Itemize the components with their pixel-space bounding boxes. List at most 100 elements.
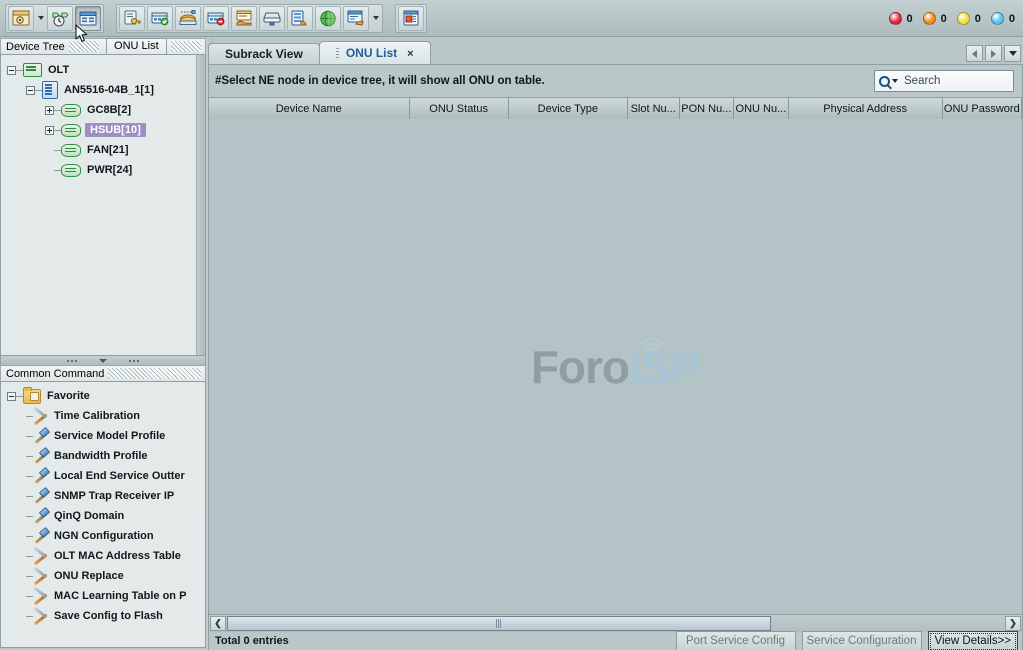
alarm-indicator-minor-alarm[interactable]: 0 [957, 12, 981, 25]
tree-connector [26, 616, 33, 617]
column-header-onu-status[interactable]: ONU Status [410, 98, 509, 119]
service-configuration-button[interactable]: Service Configuration [802, 631, 922, 650]
command-item-ngn-configuration[interactable]: NGN Configuration [1, 526, 205, 546]
command-item-bandwidth-profile[interactable]: Bandwidth Profile [1, 446, 205, 466]
hint-bar: #Select NE node in device tree, it will … [209, 65, 1022, 97]
column-header-device-type[interactable]: Device Type [509, 98, 628, 119]
board-icon [61, 144, 81, 157]
command-title-drag-hatch [108, 368, 201, 379]
column-header-onu-password[interactable]: ONU Password [943, 98, 1022, 119]
onu-list-chip[interactable]: ONU List [106, 38, 167, 55]
command-item-save-config-to-flash[interactable]: Save Config to Flash [1, 606, 205, 626]
main-content-area: Subrack View ONU List× #Select NE node i… [208, 40, 1023, 650]
hammer-icon [33, 489, 48, 503]
view-details-button[interactable]: View Details>> [928, 631, 1019, 650]
tree-node-label: PWR[24] [87, 164, 132, 176]
window-edit-icon-button[interactable] [343, 6, 369, 31]
command-item-service-model-profile[interactable]: Service Model Profile [1, 426, 205, 446]
onu-list-content: #Select NE node in device tree, it will … [208, 65, 1023, 650]
tree-expand-toggle[interactable] [45, 126, 54, 135]
wrench-icon [33, 409, 48, 423]
tree-node-hsub-10[interactable]: HSUB[10] [1, 120, 205, 140]
search-dropdown-icon[interactable] [892, 79, 898, 83]
alarm-indicator-critical-alarm[interactable]: 0 [889, 12, 913, 25]
tree-node-label: GC8B[2] [87, 104, 131, 116]
device-tree-vertical-scrollbar[interactable] [196, 55, 205, 355]
tree-connector [16, 396, 23, 397]
tree-expand-toggle[interactable] [7, 66, 16, 75]
hammer-icon [33, 449, 48, 463]
column-header-device-name[interactable]: Device Name [209, 98, 410, 119]
window-edit-dropdown-arrow[interactable] [370, 6, 381, 31]
board-icon [61, 104, 81, 117]
toolbar-group-device [116, 4, 383, 33]
command-item-time-calibration[interactable]: Time Calibration [1, 406, 205, 426]
command-item-olt-mac-address-table[interactable]: OLT MAC Address Table [1, 546, 205, 566]
tab-onu-list[interactable]: ONU List× [319, 41, 431, 64]
watermark-primary: Foro [531, 340, 629, 394]
scrollbar-track[interactable] [227, 616, 1004, 631]
command-item-mac-learning-table-on-p[interactable]: MAC Learning Table on P [1, 586, 205, 606]
alarm-indicator-major-alarm[interactable]: 0 [923, 12, 947, 25]
tab-scroll-left-button[interactable] [966, 45, 983, 62]
column-header-physical-address[interactable]: Physical Address [789, 98, 943, 119]
command-expand-toggle[interactable] [7, 392, 16, 401]
report-icon-button[interactable] [398, 6, 424, 31]
close-icon[interactable]: × [407, 48, 413, 60]
window-config-dropdown-arrow[interactable] [35, 6, 46, 31]
tree-connector [26, 476, 33, 477]
rack-icon-button[interactable] [287, 6, 313, 31]
tree-connector [26, 456, 33, 457]
column-header-onu-nu[interactable]: ONU Nu... [734, 98, 789, 119]
search-input[interactable]: Search [874, 70, 1014, 92]
common-command-title: Common Command [6, 368, 104, 380]
column-header-pon-nu[interactable]: PON Nu... [680, 98, 735, 119]
tree-node-gc8b-2[interactable]: GC8B[2] [1, 100, 205, 120]
command-item-snmp-trap-receiver-ip[interactable]: SNMP Trap Receiver IP [1, 486, 205, 506]
common-command-panel: FavoriteTime CalibrationService Model Pr… [0, 382, 206, 648]
tab-subrack-view-label: Subrack View [225, 47, 303, 61]
network-topology-icon-button[interactable] [175, 6, 201, 31]
column-header-slot-nu[interactable]: Slot Nu... [628, 98, 680, 119]
command-item-label: OLT MAC Address Table [54, 550, 181, 562]
device-add-icon-button[interactable] [147, 6, 173, 31]
device-remove-icon-button[interactable] [203, 6, 229, 31]
tree-node-label: AN5516-04B_1[1] [64, 84, 154, 96]
command-item-label: MAC Learning Table on P [54, 590, 186, 602]
left-panel-horizontal-splitter[interactable] [0, 356, 206, 365]
command-item-qinq-domain[interactable]: QinQ Domain [1, 506, 205, 526]
tab-list-dropdown-button[interactable] [1004, 45, 1021, 62]
tree-node-olt[interactable]: OLT [1, 60, 205, 80]
window-config-icon-button[interactable] [8, 6, 34, 31]
scroll-right-button[interactable]: ❯ [1005, 616, 1021, 631]
search-icon [879, 76, 890, 87]
tree-node-pwr-24[interactable]: PWR[24] [1, 160, 205, 180]
tree-connector [26, 556, 33, 557]
tree-connector [26, 496, 33, 497]
command-item-label: NGN Configuration [54, 530, 154, 542]
status-bar: Total 0 entries Port Service Config Serv… [209, 632, 1022, 650]
tree-node-an5516-04b-1-1[interactable]: AN5516-04B_1[1] [1, 80, 205, 100]
splitter-collapse-arrow[interactable] [99, 359, 107, 363]
tree-expand-toggle[interactable] [26, 86, 35, 95]
command-root-favorite[interactable]: Favorite [1, 386, 205, 406]
table-horizontal-scrollbar[interactable]: ❮ ❯ [209, 614, 1022, 632]
card-hand-icon-button[interactable] [231, 6, 257, 31]
command-item-onu-replace[interactable]: ONU Replace [1, 566, 205, 586]
globe-icon-button[interactable] [315, 6, 341, 31]
server-icon-button[interactable] [259, 6, 285, 31]
scroll-left-button[interactable]: ❮ [210, 616, 226, 631]
tab-subrack-view[interactable]: Subrack View [208, 43, 320, 64]
tree-expand-toggle[interactable] [45, 106, 54, 115]
folder-favorite-icon [23, 389, 41, 404]
watermark-secondary: ISP [629, 340, 700, 394]
tree-node-label: FAN[21] [87, 144, 129, 156]
command-item-local-end-service-outter[interactable]: Local End Service Outter [1, 466, 205, 486]
scrollbar-thumb[interactable] [227, 616, 771, 631]
port-service-config-button[interactable]: Port Service Config [676, 631, 796, 650]
clock-sync-icon-button[interactable] [47, 6, 73, 31]
alarm-indicator-warning-alarm[interactable]: 0 [991, 12, 1015, 25]
tree-node-fan-21[interactable]: FAN[21] [1, 140, 205, 160]
document-key-icon-button[interactable] [119, 6, 145, 31]
tab-scroll-right-button[interactable] [985, 45, 1002, 62]
